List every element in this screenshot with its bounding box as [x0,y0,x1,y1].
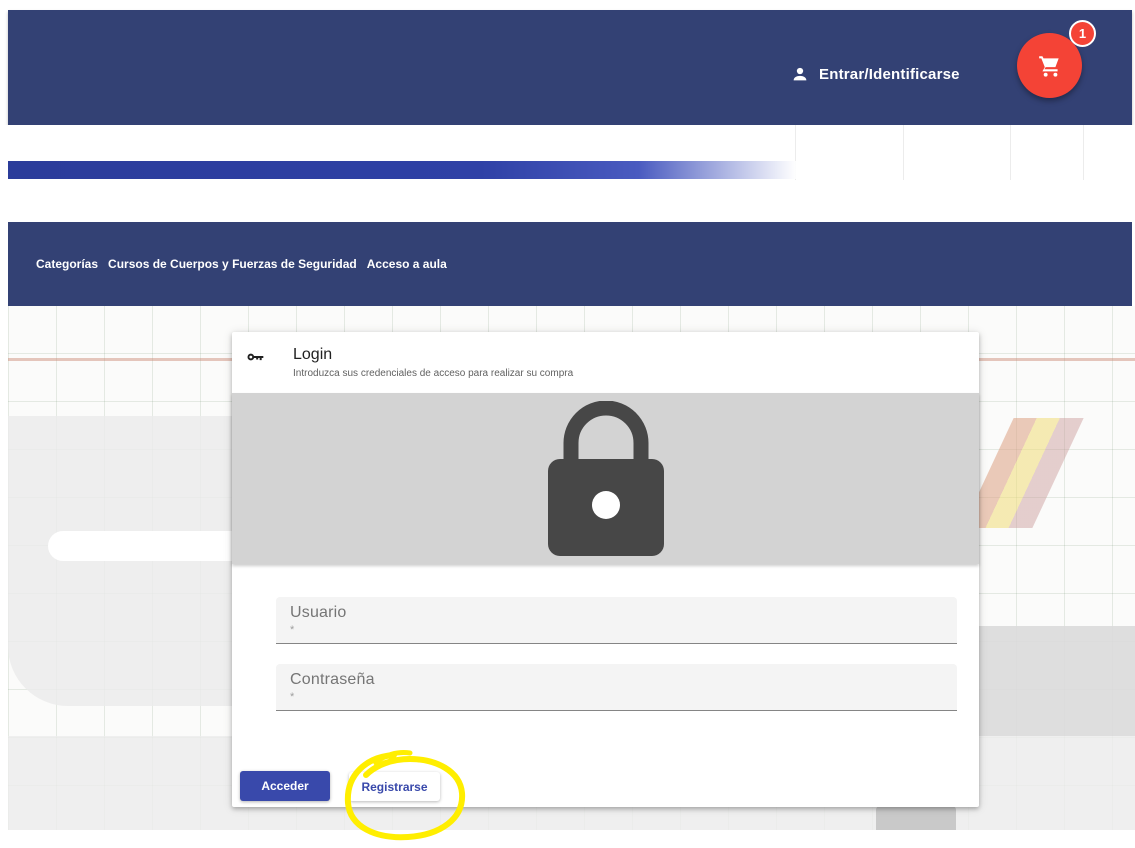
app-root: Entrar/Identificarse 1 Categorías Cursos… [0,0,1135,848]
nav-item-acceso-aula[interactable]: Acceso a aula [367,257,447,271]
username-field[interactable]: Usuario * [276,597,957,644]
shopping-cart-icon [1038,55,1059,77]
password-field[interactable]: Contraseña * [276,664,957,711]
key-icon [247,353,264,361]
acceder-button[interactable]: Acceder [240,771,330,801]
login-subtitle: Introduzca sus credenciales de acceso pa… [293,368,574,379]
login-link[interactable]: Entrar/Identificarse [791,62,960,86]
banner-gradient-bar [8,161,796,179]
login-link-label: Entrar/Identificarse [819,65,960,83]
registrarse-button[interactable]: Registrarse [349,772,440,801]
main-nav: Categorías Cursos de Cuerpos y Fuerzas d… [8,222,1132,306]
banner-strip [0,125,1135,180]
nav-item-cursos[interactable]: Cursos de Cuerpos y Fuerzas de Seguridad [108,257,357,271]
top-header: Entrar/Identificarse [8,10,1132,125]
login-card-header: Login Introduzca sus credenciales de acc… [232,332,979,393]
nav-item-categorias[interactable]: Categorías [36,257,98,271]
cart-count-badge: 1 [1069,20,1096,47]
login-title: Login [293,346,333,363]
lock-image [232,393,979,564]
emblem-image [876,806,956,830]
lock-icon [547,401,664,556]
person-icon [793,67,807,81]
login-card: Login Introduzca sus credenciales de acc… [232,332,979,807]
